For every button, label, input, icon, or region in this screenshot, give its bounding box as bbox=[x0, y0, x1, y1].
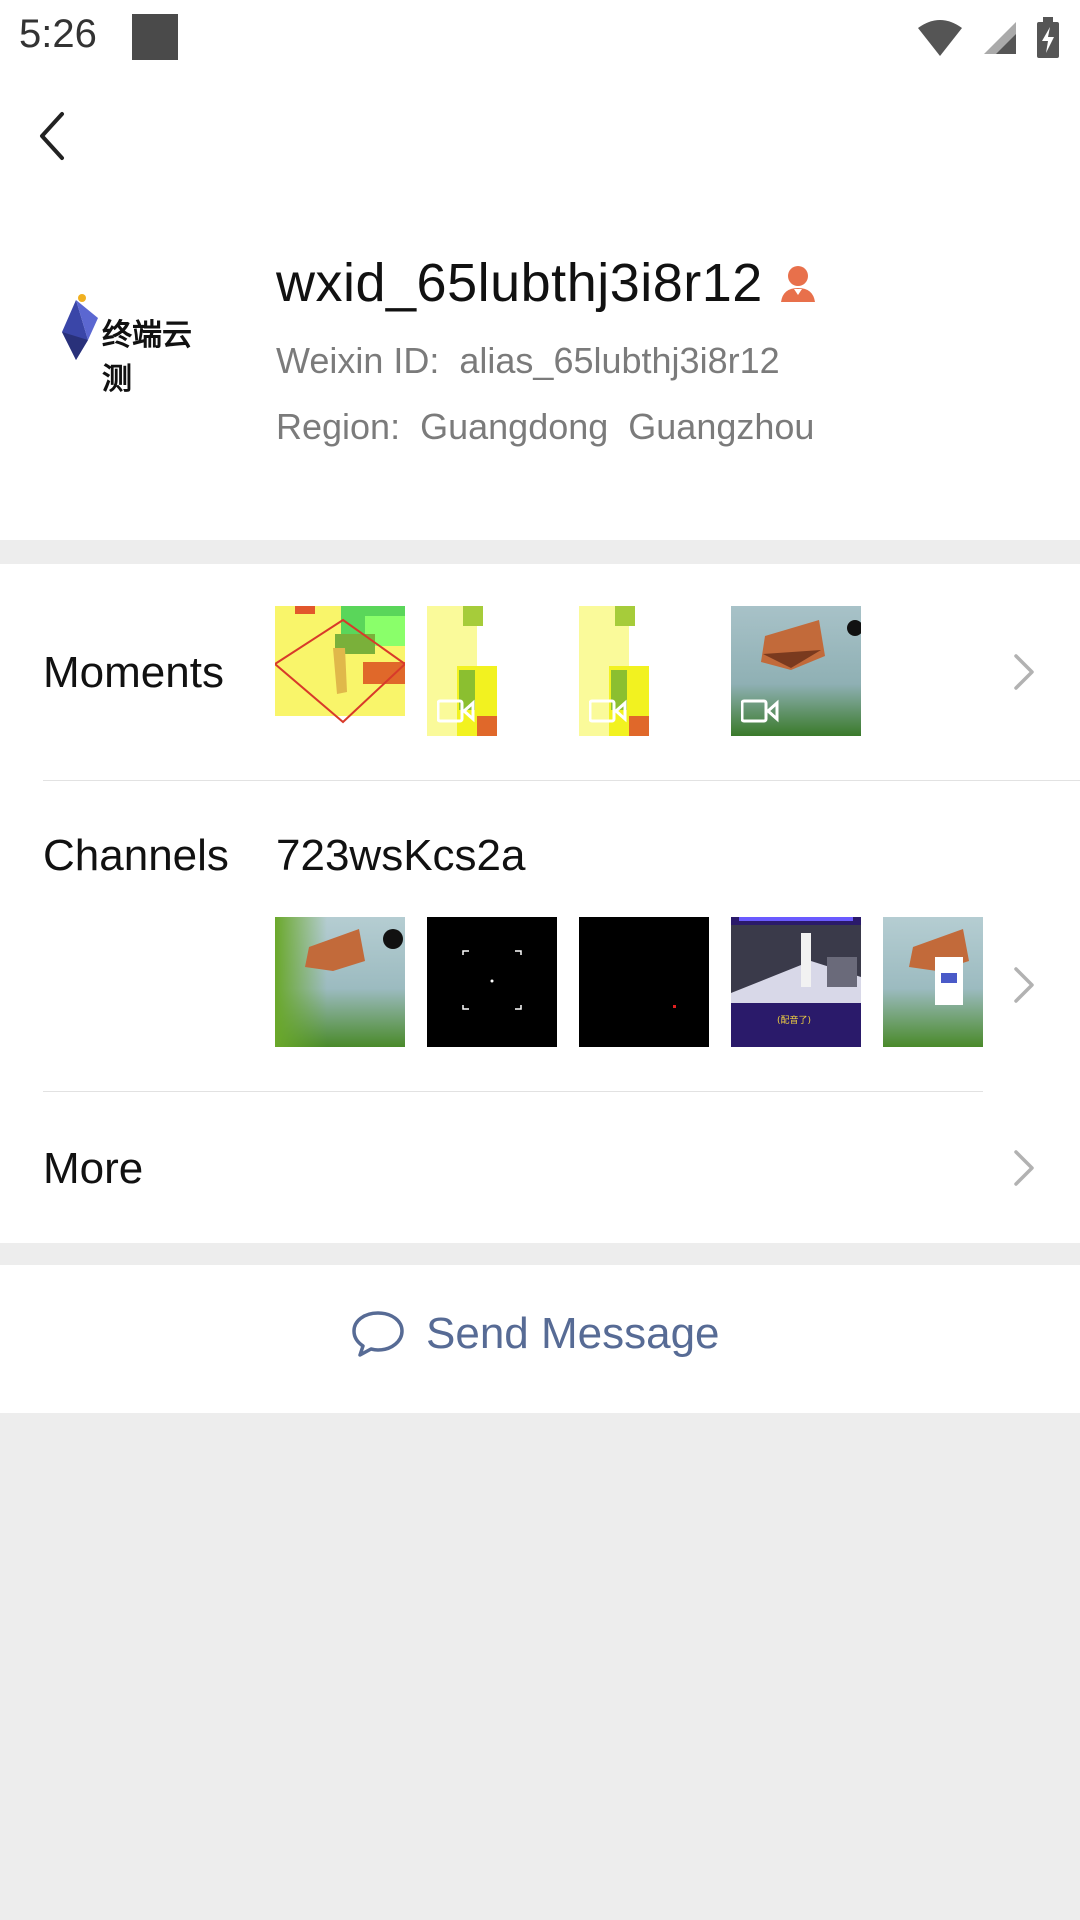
more-row[interactable]: More bbox=[0, 1092, 1080, 1243]
status-icons bbox=[916, 14, 1060, 62]
info-section: Moments Channels 723wsKcs2a (配音了) More bbox=[0, 564, 1080, 1243]
thumbnail-caption: (配音了) bbox=[777, 1016, 812, 1026]
chevron-right-icon bbox=[1014, 654, 1034, 690]
channel-thumbnail bbox=[427, 917, 557, 1047]
channel-thumbnail bbox=[579, 917, 709, 1047]
channels-label: Channels bbox=[43, 831, 229, 880]
region-value: Guangdong Guangzhou bbox=[420, 406, 815, 447]
channel-thumbnail bbox=[275, 917, 405, 1047]
wifi-icon bbox=[918, 20, 962, 56]
more-label: More bbox=[43, 1144, 144, 1193]
chevron-right-icon bbox=[1014, 967, 1034, 1003]
channel-name: 723wsKcs2a bbox=[276, 831, 526, 880]
top-bar bbox=[0, 76, 1080, 198]
notification-icon bbox=[132, 14, 178, 60]
chevron-right-icon bbox=[1014, 1150, 1034, 1186]
profile-header: 终端云测 wxid_65lubthj3i8r12 Weixin ID: alia… bbox=[0, 198, 1080, 540]
moment-video-thumbnail bbox=[731, 606, 861, 736]
moments-label: Moments bbox=[43, 648, 224, 697]
weixin-id-label: Weixin ID: bbox=[276, 340, 440, 381]
channel-thumbnail: (配音了) bbox=[731, 917, 861, 1047]
battery-charging-icon bbox=[1037, 17, 1059, 58]
region: Region: Guangdong Guangzhou bbox=[276, 406, 814, 448]
chat-bubble-icon bbox=[352, 1311, 404, 1357]
video-camera-icon bbox=[589, 699, 627, 723]
avatar[interactable]: 终端云测 bbox=[46, 248, 206, 408]
video-camera-icon bbox=[741, 699, 779, 723]
status-bar: 5:26 bbox=[0, 0, 1080, 76]
send-message-button[interactable]: Send Message bbox=[0, 1265, 1080, 1413]
send-message-content: Send Message bbox=[350, 1309, 720, 1359]
moments-row[interactable]: Moments bbox=[0, 564, 1080, 780]
status-time: 5:26 bbox=[19, 12, 97, 56]
signal-icon bbox=[984, 22, 1016, 54]
avatar-logo-text: 终端云测 bbox=[102, 318, 192, 397]
weixin-id: Weixin ID: alias_65lubthj3i8r12 bbox=[276, 340, 780, 382]
video-camera-icon bbox=[437, 699, 475, 723]
moment-video-thumbnail bbox=[579, 606, 709, 736]
gender-female-icon bbox=[780, 266, 815, 302]
back-arrow-icon[interactable] bbox=[30, 104, 74, 168]
moment-video-thumbnail bbox=[427, 606, 557, 736]
channel-thumbnail bbox=[883, 917, 983, 1047]
moment-thumbnail bbox=[275, 606, 405, 736]
region-label: Region: bbox=[276, 406, 401, 447]
weixin-id-value: alias_65lubthj3i8r12 bbox=[459, 340, 780, 381]
name-row: wxid_65lubthj3i8r12 bbox=[276, 252, 819, 314]
display-name: wxid_65lubthj3i8r12 bbox=[276, 253, 763, 313]
send-message-label: Send Message bbox=[426, 1309, 720, 1358]
channels-row[interactable]: Channels 723wsKcs2a (配音了) bbox=[0, 781, 1080, 1088]
